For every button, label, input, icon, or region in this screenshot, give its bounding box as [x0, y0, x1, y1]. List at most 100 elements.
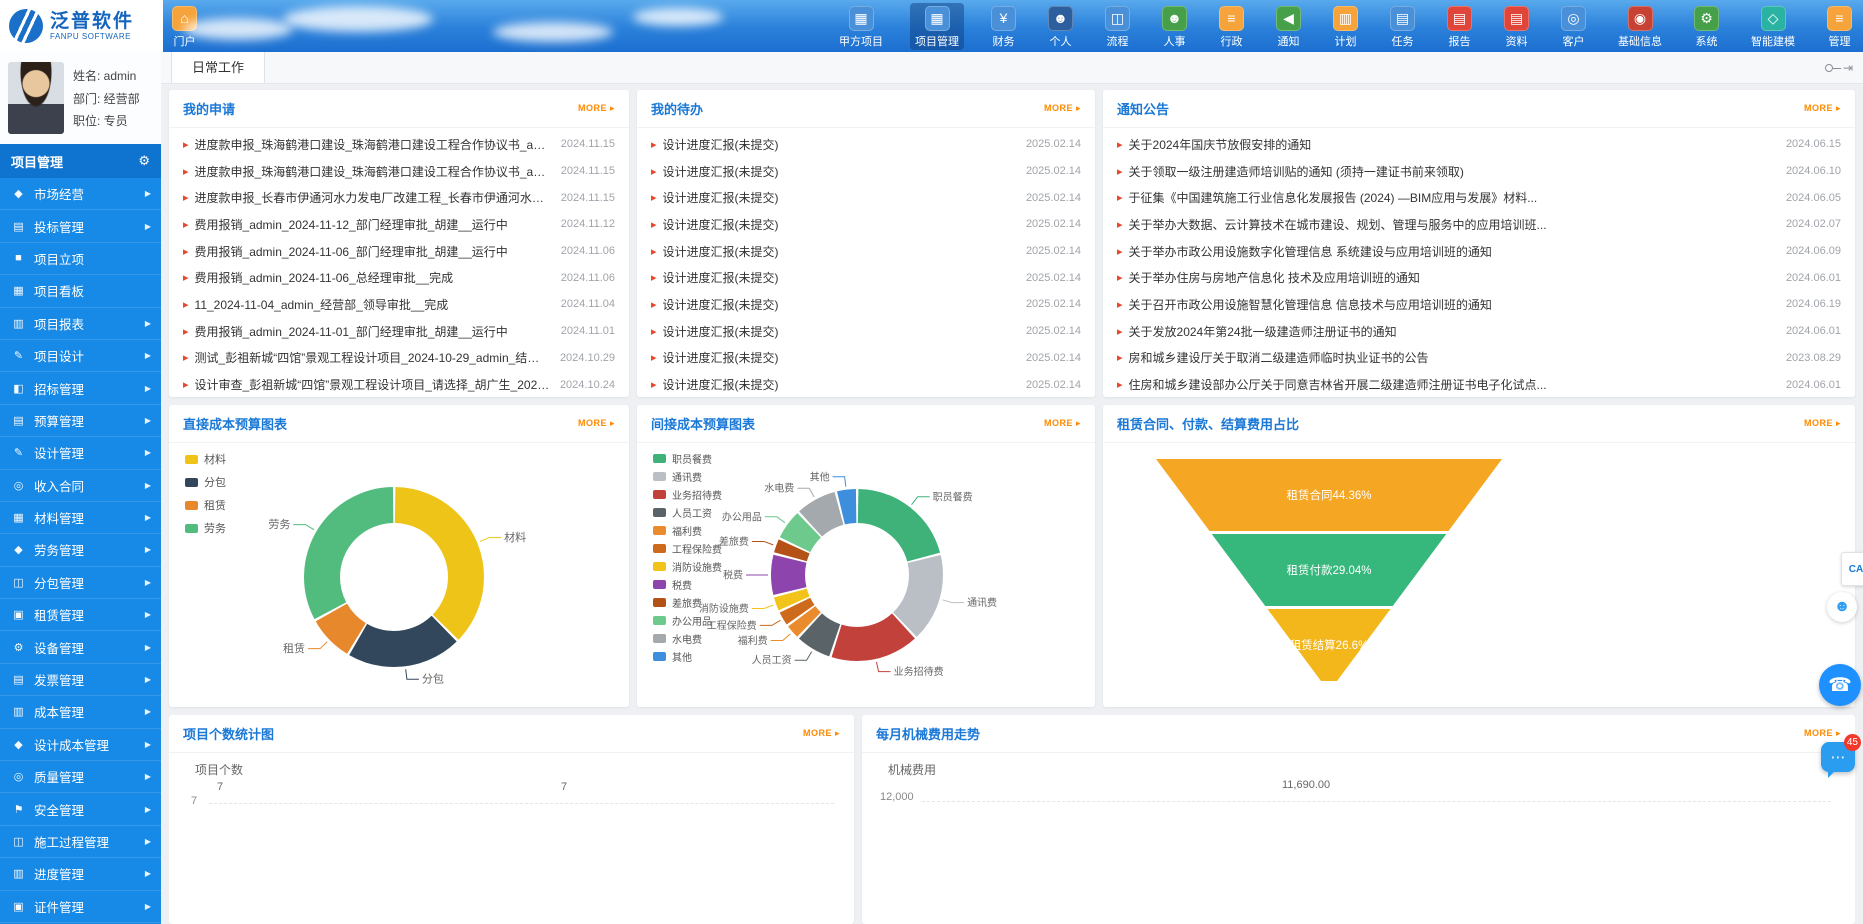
legend-item[interactable]: 人员工资	[653, 505, 722, 520]
qq-service-icon[interactable]: ☻	[1827, 592, 1857, 622]
legend-item[interactable]: 分包	[185, 474, 226, 490]
sidebar-item-project-report[interactable]: ▥项目报表▶	[0, 308, 161, 340]
notice-row[interactable]: ▸关于举办大数据、云计算技术在城市建设、规划、管理与服务中的应用培训班...20…	[1117, 211, 1841, 238]
legend-item[interactable]: 通讯费	[653, 469, 722, 484]
nav-item-base-info[interactable]: ◉基础信息	[1613, 3, 1667, 50]
sidebar-item-tender[interactable]: ◧招标管理▶	[0, 372, 161, 404]
legend-item[interactable]: 税费	[653, 577, 722, 592]
nav-item-administration[interactable]: ≡行政	[1214, 3, 1249, 50]
application-row[interactable]: ▸费用报销_admin_2024-11-01_部门经理审批_胡建__运行中202…	[183, 318, 615, 345]
todo-row[interactable]: ▸设计进度汇报(未提交)2025.02.14	[651, 264, 1081, 291]
sidebar-item-equipment[interactable]: ⚙设备管理▶	[0, 631, 161, 663]
nav-item-customer[interactable]: ◎客户	[1556, 3, 1591, 50]
sidebar-item-cost[interactable]: ▥成本管理▶	[0, 696, 161, 728]
notice-row[interactable]: ▸关于举办市政公用设施数字化管理信息 系统建设与应用培训班的通知2024.06.…	[1117, 238, 1841, 265]
application-row[interactable]: ▸设计审查_彭祖新城“四馆”景观工程设计项目_请选择_胡广生_2024-10-2…	[183, 371, 615, 397]
sidebar-item-project-initiation[interactable]: ■项目立项	[0, 243, 161, 275]
notice-row[interactable]: ▸关于2024年国庆节放假安排的通知2024.06.15	[1117, 131, 1841, 158]
key-icon[interactable]	[1825, 64, 1833, 72]
notice-row[interactable]: ▸关于发放2024年第24批一级建造师注册证书的通知2024.06.01	[1117, 318, 1841, 345]
legend-item[interactable]: 其他	[653, 649, 722, 664]
notice-row[interactable]: ▸住房和城乡建设部办公厅关于同意吉林省开展二级建造师注册证书电子化试点...20…	[1117, 371, 1841, 397]
more-link[interactable]: MORE ▸	[1804, 728, 1841, 739]
application-row[interactable]: ▸费用报销_admin_2024-11-12_部门经理审批_胡建__运行中202…	[183, 211, 615, 238]
gear-icon[interactable]: ⚙	[138, 153, 150, 169]
notice-row[interactable]: ▸房和城乡建设厅关于取消二级建造师临时执业证书的公告2023.08.29	[1117, 345, 1841, 372]
nav-item-manage[interactable]: ≡管理	[1822, 3, 1857, 50]
legend-item[interactable]: 职员餐费	[653, 451, 722, 466]
application-row[interactable]: ▸进度款申报_珠海鹤港口建设_珠海鹤港口建设工程合作协议书_admin_...2…	[183, 131, 615, 158]
more-link[interactable]: MORE ▸	[1804, 418, 1841, 429]
todo-row[interactable]: ▸设计进度汇报(未提交)2025.02.14	[651, 184, 1081, 211]
more-link[interactable]: MORE ▸	[1044, 418, 1081, 429]
nav-item-personal[interactable]: ☻个人	[1043, 3, 1078, 50]
sidebar-item-invoice[interactable]: ▤发票管理▶	[0, 664, 161, 696]
application-row[interactable]: ▸进度款申报_长春市伊通河水力发电厂改建工程_长春市伊通河水力发电...2024…	[183, 184, 615, 211]
sidebar-item-bidding[interactable]: ▤投标管理▶	[0, 210, 161, 242]
sidebar-item-progress[interactable]: ▥进度管理▶	[0, 858, 161, 890]
sidebar-item-quality[interactable]: ◎质量管理▶	[0, 761, 161, 793]
todo-row[interactable]: ▸设计进度汇报(未提交)2025.02.14	[651, 345, 1081, 372]
sidebar-item-market[interactable]: ◆市场经营▶	[0, 178, 161, 210]
todo-row[interactable]: ▸设计进度汇报(未提交)2025.02.14	[651, 211, 1081, 238]
expand-icon[interactable]: ⇥	[1843, 61, 1853, 75]
todo-row[interactable]: ▸设计进度汇报(未提交)2025.02.14	[651, 371, 1081, 397]
legend-item[interactable]: 工程保险费	[653, 541, 722, 556]
legend-item[interactable]: 劳务	[185, 520, 226, 536]
phone-service-icon[interactable]: ☎	[1819, 664, 1861, 706]
sidebar-item-certificate[interactable]: ▣证件管理▶	[0, 891, 161, 923]
nav-item-finance[interactable]: ¥财务	[986, 3, 1021, 50]
application-row[interactable]: ▸费用报销_admin_2024-11-06_总经理审批__完成2024.11.…	[183, 264, 615, 291]
sidebar-item-design-cost[interactable]: ◆设计成本管理▶	[0, 729, 161, 761]
nav-item-project-mgmt[interactable]: ▦项目管理	[910, 3, 964, 50]
todo-row[interactable]: ▸设计进度汇报(未提交)2025.02.14	[651, 318, 1081, 345]
nav-item-docs[interactable]: ▤资料	[1499, 3, 1534, 50]
more-link[interactable]: MORE ▸	[578, 418, 615, 429]
sidebar-item-design[interactable]: ✎设计管理▶	[0, 437, 161, 469]
nav-item-plan[interactable]: ▥计划	[1328, 3, 1363, 50]
todo-row[interactable]: ▸设计进度汇报(未提交)2025.02.14	[651, 238, 1081, 265]
ca-cert-button[interactable]: CA	[1841, 552, 1863, 586]
todo-row[interactable]: ▸设计进度汇报(未提交)2025.02.14	[651, 158, 1081, 185]
nav-item-system[interactable]: ⚙系统	[1689, 3, 1724, 50]
more-link[interactable]: MORE ▸	[803, 728, 840, 739]
sidebar-item-construction-process[interactable]: ◫施工过程管理▶	[0, 826, 161, 858]
application-row[interactable]: ▸进度款申报_珠海鹤港口建设_珠海鹤港口建设工程合作协议书_admin_...2…	[183, 158, 615, 185]
application-row[interactable]: ▸测试_彭祖新城“四馆”景观工程设计项目_2024-10-29_admin_结束…	[183, 345, 615, 372]
nav-item-task[interactable]: ▤任务	[1385, 3, 1420, 50]
notice-row[interactable]: ▸关于举办住房与房地产信息化 技术及应用培训班的通知2024.06.01	[1117, 264, 1841, 291]
todo-row[interactable]: ▸设计进度汇报(未提交)2025.02.14	[651, 291, 1081, 318]
nav-item-owner-project[interactable]: ▦甲方项目	[834, 3, 888, 50]
legend-item[interactable]: 租赁	[185, 497, 226, 513]
sidebar-item-safety[interactable]: ⚑安全管理▶	[0, 793, 161, 825]
legend-item[interactable]: 福利费	[653, 523, 722, 538]
nav-item-hr[interactable]: ☻人事	[1157, 3, 1192, 50]
more-link[interactable]: MORE ▸	[1804, 103, 1841, 114]
more-link[interactable]: MORE ▸	[1044, 103, 1081, 114]
legend-item[interactable]: 材料	[185, 451, 226, 467]
app-logo[interactable]: 泛普软件 FANPU SOFTWARE	[0, 0, 163, 52]
notice-row[interactable]: ▸关于召开市政公用设施智慧化管理信息 信息技术与应用培训班的通知2024.06.…	[1117, 291, 1841, 318]
notice-row[interactable]: ▸于征集《中国建筑施工行业信息化发展报告 (2024) —BIM应用与发展》材料…	[1117, 184, 1841, 211]
legend-item[interactable]: 水电费	[653, 631, 722, 646]
chat-icon[interactable]: ⋯ 45	[1821, 742, 1855, 772]
sidebar-item-project-design[interactable]: ✎项目设计▶	[0, 340, 161, 372]
nav-item-modeling[interactable]: ◇智能建模	[1746, 3, 1800, 50]
tab-daily-work[interactable]: 日常工作	[171, 50, 265, 83]
legend-item[interactable]: 消防设施费	[653, 559, 722, 574]
notice-row[interactable]: ▸关于领取一级注册建造师培训贴的通知 (须持一建证书前来领取)2024.06.1…	[1117, 158, 1841, 185]
legend-item[interactable]: 业务招待费	[653, 487, 722, 502]
sidebar-item-budget[interactable]: ▤预算管理▶	[0, 405, 161, 437]
nav-item-report[interactable]: ▤报告	[1442, 3, 1477, 50]
application-row[interactable]: ▸费用报销_admin_2024-11-06_部门经理审批_胡建__运行中202…	[183, 238, 615, 265]
nav-item-workflow[interactable]: ◫流程	[1100, 3, 1135, 50]
todo-row[interactable]: ▸设计进度汇报(未提交)2025.02.14	[651, 131, 1081, 158]
more-link[interactable]: MORE ▸	[578, 103, 615, 114]
legend-item[interactable]: 差旅费	[653, 595, 722, 610]
nav-item-notice[interactable]: ◀通知	[1271, 3, 1306, 50]
sidebar-item-project-board[interactable]: ▦项目看板	[0, 275, 161, 307]
sidebar-item-income-contract[interactable]: ◎收入合同▶	[0, 470, 161, 502]
legend-item[interactable]: 办公用品	[653, 613, 722, 628]
sidebar-item-subcontract[interactable]: ◫分包管理▶	[0, 567, 161, 599]
application-row[interactable]: ▸11_2024-11-04_admin_经营部_领导审批__完成2024.11…	[183, 291, 615, 318]
